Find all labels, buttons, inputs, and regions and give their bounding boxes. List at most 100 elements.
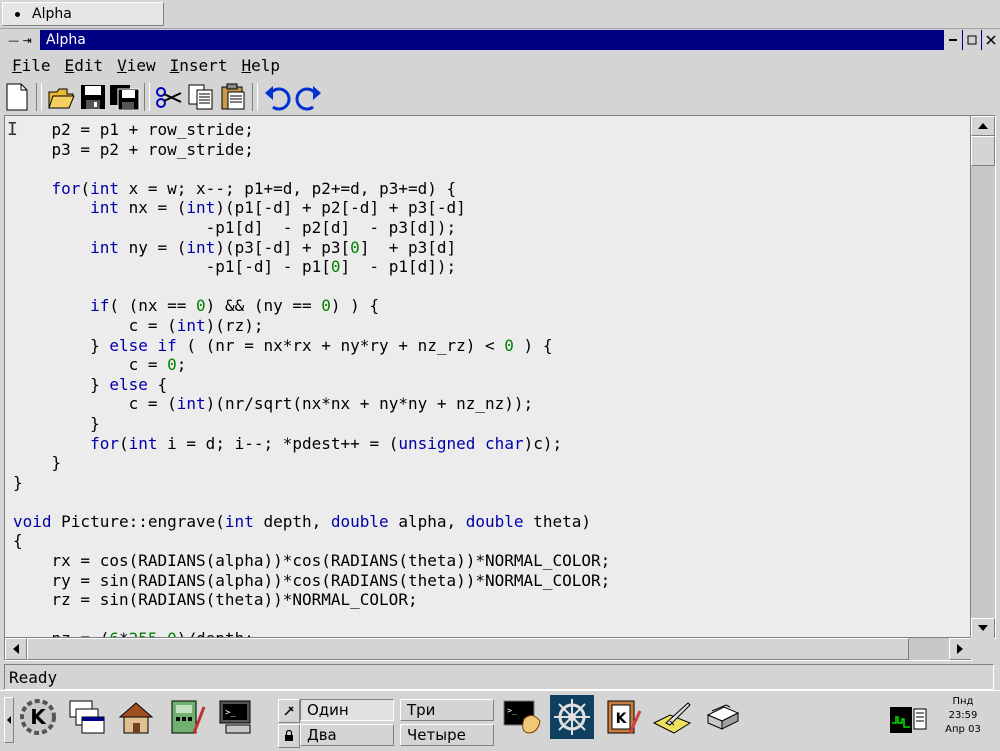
- scroll-up-button[interactable]: [971, 116, 995, 136]
- code-line[interactable]: p3 = p2 + row_stride;: [13, 140, 971, 160]
- svg-text:K: K: [616, 711, 628, 727]
- arrow-up-icon: [978, 123, 988, 129]
- menu-view[interactable]: View: [117, 56, 156, 75]
- close-button[interactable]: [982, 30, 1000, 50]
- code-line[interactable]: c = (int)(rz);: [13, 316, 971, 336]
- menu-bar: File Edit View Insert Help: [0, 52, 1000, 78]
- toolbar-separator: [252, 83, 258, 111]
- writing-pen-icon: [652, 702, 692, 734]
- window-titlebar[interactable]: — ⇥ Alpha: [0, 30, 1000, 50]
- desktop-label: Три: [407, 701, 436, 719]
- code-line[interactable]: for(int i = d; i--; *pdest++ = (unsigned…: [13, 434, 971, 454]
- toolbar: [0, 79, 1000, 115]
- code-line[interactable]: int nx = (int)(p1[-d] + p2[-d] + p3[-d]: [13, 198, 971, 218]
- desktop-button-3[interactable]: Три: [400, 699, 494, 721]
- menu-edit[interactable]: Edit: [65, 56, 104, 75]
- desktop-button-4[interactable]: Четыре: [400, 724, 494, 746]
- redo-icon: [295, 86, 321, 111]
- code-line[interactable]: -p1[-d] - p1[0] - p1[d]);: [13, 257, 971, 277]
- code-line[interactable]: c = 0;: [13, 355, 971, 375]
- k-menu-button[interactable]: K: [16, 695, 60, 739]
- code-line[interactable]: for(int x = w; x--; p1+=d, p2+=d, p3+=d)…: [13, 179, 971, 199]
- korganizer-button[interactable]: K: [600, 695, 644, 739]
- code-text[interactable]: p2 = p1 + row_stride; p3 = p2 + row_stri…: [5, 116, 971, 638]
- menu-help[interactable]: Help: [241, 56, 280, 75]
- horizontal-scroll-thumb[interactable]: [27, 638, 909, 660]
- close-icon: [986, 35, 996, 45]
- desktop-button-2[interactable]: Два: [300, 724, 394, 746]
- lock-button[interactable]: [278, 724, 300, 748]
- home-button[interactable]: [114, 695, 158, 739]
- scroll-left-button[interactable]: [5, 638, 27, 660]
- code-line[interactable]: int ny = (int)(p3[-d] + p3[0] + p3[d]: [13, 238, 971, 258]
- open-folder-icon: [48, 88, 75, 109]
- copy-button[interactable]: [186, 81, 216, 113]
- top-taskbar: Alpha: [0, 0, 1000, 29]
- menu-file[interactable]: File: [12, 56, 51, 75]
- vertical-scroll-thumb[interactable]: [971, 136, 995, 166]
- konqueror-button[interactable]: [550, 695, 594, 739]
- window-list-button[interactable]: [64, 695, 108, 739]
- code-line[interactable]: }: [13, 453, 971, 473]
- system-monitor-button[interactable]: [886, 695, 930, 739]
- code-line[interactable]: c = (int)(nr/sqrt(nx*nx + ny*ny + nz_nz)…: [13, 394, 971, 414]
- desktop-button-1[interactable]: Один: [300, 699, 394, 721]
- undo-button[interactable]: [262, 81, 292, 113]
- task-dot-icon: [15, 11, 20, 17]
- desktop-label: Четыре: [407, 726, 466, 744]
- code-line[interactable]: ​: [13, 492, 971, 512]
- panel-hide-button[interactable]: [4, 697, 14, 743]
- scroll-right-button[interactable]: [949, 638, 971, 660]
- code-line[interactable]: ​: [13, 159, 971, 179]
- code-line[interactable]: ​: [13, 610, 971, 630]
- helm-icon: [550, 695, 594, 739]
- minimize-icon: [949, 39, 957, 41]
- code-line[interactable]: ​: [13, 277, 971, 297]
- clock-time: 23:59: [948, 710, 978, 721]
- redo-button[interactable]: [294, 81, 324, 113]
- paste-button[interactable]: [218, 81, 248, 113]
- code-line[interactable]: }: [13, 414, 971, 434]
- code-line[interactable]: -p1[d] - p2[d] - p3[d]);: [13, 218, 971, 238]
- vertical-scrollbar[interactable]: [970, 115, 996, 639]
- kde-panel: K >_ Один Два Три Четыре >_ K Пнд 23:59: [0, 690, 1000, 751]
- new-file-icon: [6, 83, 28, 111]
- menu-insert[interactable]: Insert: [170, 56, 228, 75]
- code-line[interactable]: if( (nx == 0) && (ny == 0) ) {: [13, 296, 971, 316]
- window-menu-button[interactable]: — ⇥: [0, 30, 40, 50]
- terminal-button[interactable]: >_: [214, 695, 258, 739]
- cut-button[interactable]: [154, 81, 184, 113]
- svg-text:>_: >_: [225, 708, 236, 718]
- control-center-button[interactable]: [164, 695, 208, 739]
- code-line[interactable]: } else if ( (nr = nx*rx + ny*ry + nz_rz)…: [13, 336, 971, 356]
- minimize-button[interactable]: [944, 30, 962, 50]
- clock[interactable]: Пнд 23:59 Апр 03: [938, 695, 988, 739]
- horizontal-scrollbar[interactable]: [4, 637, 972, 661]
- kwrite-button[interactable]: [650, 695, 694, 739]
- control-center-icon: [171, 700, 206, 734]
- pager-settings-button[interactable]: [278, 699, 300, 723]
- code-editor[interactable]: p2 = p1 + row_stride; p3 = p2 + row_stri…: [4, 115, 972, 639]
- code-line[interactable]: rx = cos(RADIANS(alpha))*cos(RADIANS(the…: [13, 551, 971, 571]
- open-button[interactable]: [46, 81, 76, 113]
- task-button-alpha[interactable]: Alpha: [2, 2, 164, 26]
- new-file-button[interactable]: [2, 81, 32, 113]
- maximize-button[interactable]: [963, 30, 981, 50]
- home-icon: [118, 702, 154, 734]
- konsole-button[interactable]: >_: [500, 695, 544, 739]
- code-line[interactable]: } else {: [13, 375, 971, 395]
- save-button[interactable]: [78, 81, 108, 113]
- code-line[interactable]: rz = sin(RADIANS(theta))*NORMAL_COLOR;: [13, 590, 971, 610]
- text-cursor-icon: I: [7, 121, 18, 139]
- code-line[interactable]: {: [13, 531, 971, 551]
- code-line[interactable]: ry = sin(RADIANS(alpha))*cos(RADIANS(the…: [13, 571, 971, 591]
- code-line[interactable]: void Picture::engrave(int depth, double …: [13, 512, 971, 532]
- code-line[interactable]: p2 = p1 + row_stride;: [13, 120, 971, 140]
- status-text: Ready: [9, 667, 58, 687]
- save-all-button[interactable]: [110, 81, 140, 113]
- scroll-down-button[interactable]: [971, 618, 995, 638]
- task-button-label: Alpha: [32, 6, 72, 22]
- clock-day: Пнд: [952, 696, 974, 707]
- printer-button[interactable]: [700, 695, 744, 739]
- code-line[interactable]: }: [13, 473, 971, 493]
